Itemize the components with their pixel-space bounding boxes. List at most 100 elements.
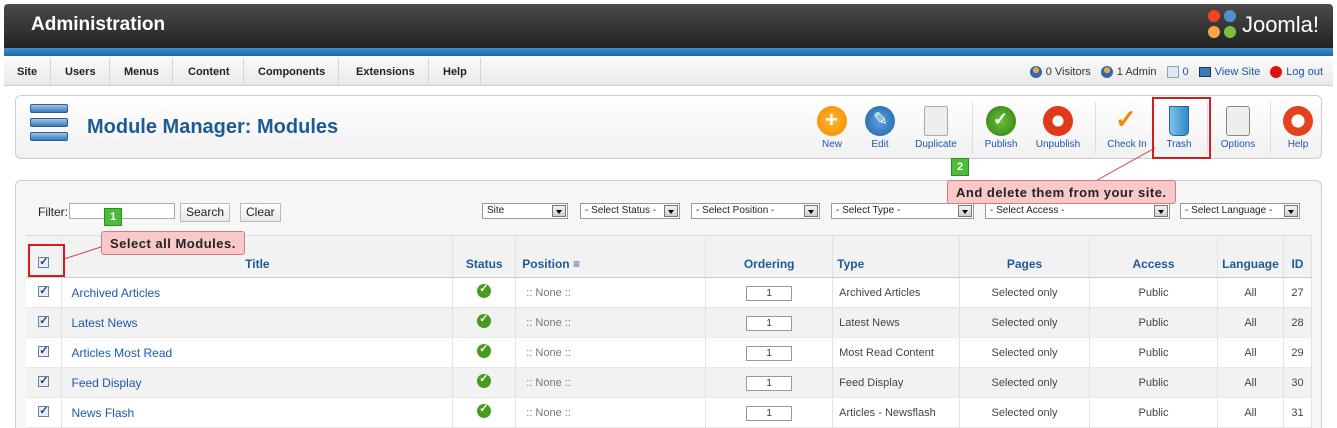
access-cell: Public bbox=[1089, 397, 1218, 428]
position-cell: :: None :: bbox=[515, 367, 707, 398]
ordering-input[interactable]: 1 bbox=[746, 315, 793, 331]
edit-button[interactable]: ✎ Edit bbox=[864, 102, 896, 154]
position-header[interactable]: Position ≡ bbox=[515, 235, 707, 278]
stop-circle-icon bbox=[1043, 106, 1073, 136]
checkin-button[interactable]: ✓ Check In bbox=[1104, 102, 1150, 154]
sort-icon: ≡ bbox=[572, 256, 580, 271]
language-cell: All bbox=[1217, 367, 1284, 398]
type-cell: Latest News bbox=[832, 307, 961, 338]
step2-callout: And delete them from your site. bbox=[947, 180, 1176, 204]
ordering-input[interactable]: 1 bbox=[746, 405, 793, 421]
ordering-cell: 1 bbox=[705, 337, 834, 368]
id-cell: 30 bbox=[1283, 367, 1313, 398]
help-button[interactable]: Help bbox=[1280, 102, 1316, 154]
ordering-input[interactable]: 1 bbox=[746, 285, 793, 301]
published-icon[interactable] bbox=[477, 342, 492, 358]
access-select[interactable]: - Select Access - bbox=[985, 203, 1170, 219]
module-title-link[interactable]: Feed Display bbox=[61, 367, 454, 398]
module-title-link[interactable]: Latest News bbox=[61, 307, 454, 338]
menu-users[interactable]: Users bbox=[52, 58, 110, 86]
row-checkbox[interactable] bbox=[38, 314, 50, 327]
module-manager-icon bbox=[30, 104, 68, 146]
published-icon[interactable] bbox=[477, 312, 492, 328]
checkmark-icon: ✓ bbox=[1115, 104, 1137, 134]
joomla-logo[interactable]: Joomla! bbox=[1207, 10, 1319, 40]
pages-header[interactable]: Pages bbox=[959, 235, 1091, 278]
page-title: Module Manager: Modules bbox=[87, 116, 339, 138]
position-cell: :: None :: bbox=[515, 277, 707, 308]
id-cell: 31 bbox=[1283, 397, 1313, 428]
language-header[interactable]: Language bbox=[1217, 235, 1284, 278]
id-header[interactable]: ID bbox=[1283, 235, 1313, 278]
language-cell: All bbox=[1217, 397, 1284, 428]
options-icon bbox=[1226, 106, 1250, 136]
published-icon[interactable] bbox=[477, 372, 492, 388]
module-title-link[interactable]: Articles Most Read bbox=[61, 337, 454, 368]
row-checkbox[interactable] bbox=[38, 284, 50, 297]
access-cell: Public bbox=[1089, 307, 1218, 338]
users-icon bbox=[1029, 66, 1042, 78]
status-cell bbox=[452, 277, 517, 308]
published-icon[interactable] bbox=[477, 282, 492, 298]
chevron-down-icon bbox=[552, 205, 566, 217]
toolbar-separator bbox=[1095, 102, 1096, 154]
row-checkbox[interactable] bbox=[38, 344, 50, 357]
id-cell: 29 bbox=[1283, 337, 1313, 368]
ordering-input[interactable]: 1 bbox=[746, 345, 793, 361]
duplicate-button[interactable]: Duplicate bbox=[911, 102, 961, 154]
menu-menus[interactable]: Menus bbox=[111, 58, 173, 86]
chevron-down-icon bbox=[1154, 205, 1168, 217]
module-title-link[interactable]: Archived Articles bbox=[61, 277, 454, 308]
logout-link[interactable]: Log out bbox=[1270, 66, 1323, 78]
user-icon bbox=[1100, 66, 1113, 78]
chevron-down-icon bbox=[958, 205, 972, 217]
published-icon[interactable] bbox=[477, 402, 492, 418]
clear-button[interactable]: Clear bbox=[240, 203, 281, 222]
row-select-cell bbox=[26, 367, 63, 398]
row-checkbox[interactable] bbox=[38, 404, 50, 417]
module-list-panel: Filter: Search Clear Site - Select Statu… bbox=[15, 180, 1322, 428]
access-cell: Public bbox=[1089, 277, 1218, 308]
status-cell bbox=[452, 367, 517, 398]
status-header[interactable]: Status bbox=[452, 235, 517, 278]
ordering-input[interactable]: 1 bbox=[746, 375, 793, 391]
id-cell: 27 bbox=[1283, 277, 1313, 308]
row-checkbox[interactable] bbox=[38, 374, 50, 387]
step1-badge: 1 bbox=[104, 208, 122, 226]
type-cell: Archived Articles bbox=[832, 277, 961, 308]
header-stripe bbox=[4, 48, 1333, 56]
view-site-link[interactable]: View Site bbox=[1198, 66, 1260, 78]
position-select[interactable]: - Select Position - bbox=[691, 203, 820, 219]
chevron-down-icon bbox=[1284, 205, 1298, 217]
id-cell: 28 bbox=[1283, 307, 1313, 338]
options-button[interactable]: Options bbox=[1216, 102, 1260, 154]
table-row: News Flash:: None ::1 Articles - Newsflas… bbox=[26, 397, 1313, 428]
monitor-icon bbox=[1198, 67, 1211, 77]
ordering-header[interactable]: Ordering bbox=[705, 235, 834, 278]
type-select[interactable]: - Select Type - bbox=[831, 203, 974, 219]
menu-components[interactable]: Components bbox=[245, 58, 340, 86]
filter-input[interactable] bbox=[69, 203, 175, 219]
search-button[interactable]: Search bbox=[180, 203, 231, 222]
language-select[interactable]: - Select Language - bbox=[1180, 203, 1300, 219]
joomla-logo-text: Joomla! bbox=[1241, 12, 1319, 37]
select-all-highlight bbox=[28, 244, 65, 277]
status-select[interactable]: - Select Status - bbox=[580, 203, 680, 219]
menu-content[interactable]: Content bbox=[175, 58, 244, 86]
menu-site[interactable]: Site bbox=[4, 58, 52, 86]
access-header[interactable]: Access bbox=[1089, 235, 1218, 278]
type-header[interactable]: Type bbox=[832, 235, 961, 278]
unpublish-button[interactable]: Unpublish bbox=[1032, 102, 1084, 154]
menu-help[interactable]: Help bbox=[430, 58, 481, 86]
access-cell: Public bbox=[1089, 367, 1218, 398]
row-select-cell bbox=[26, 337, 63, 368]
site-select[interactable]: Site bbox=[482, 203, 568, 219]
new-button[interactable]: + New bbox=[816, 102, 848, 154]
toolbar-separator bbox=[972, 102, 973, 154]
pages-cell: Selected only bbox=[959, 337, 1091, 368]
messages-status[interactable]: 0 bbox=[1166, 66, 1189, 78]
type-cell: Articles - Newsflash bbox=[832, 397, 961, 428]
menu-extensions[interactable]: Extensions bbox=[343, 58, 429, 86]
publish-button[interactable]: ✓ Publish bbox=[981, 102, 1021, 154]
module-title-link[interactable]: News Flash bbox=[61, 397, 454, 428]
